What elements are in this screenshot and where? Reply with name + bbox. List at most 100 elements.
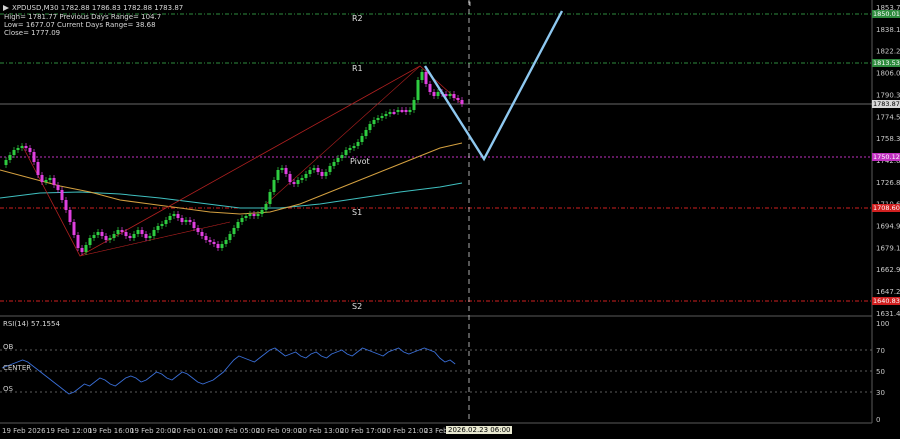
time-label: 19 Feb 12:00 <box>46 427 92 435</box>
rsi-axis-label: 0 <box>876 416 880 424</box>
candle-body <box>4 160 8 165</box>
price-axis-label: 1726.85 <box>876 179 900 187</box>
candle-body <box>212 242 216 244</box>
candle-body <box>116 230 120 234</box>
time-label: 20 Feb 05:00 <box>214 427 260 435</box>
candlestick-series <box>4 69 464 255</box>
candle-body <box>380 116 384 118</box>
candle-body <box>196 228 200 232</box>
candle-body <box>228 234 232 240</box>
candle-body <box>300 178 304 180</box>
candle-body <box>284 168 288 174</box>
candle-body <box>80 248 84 252</box>
candle-body <box>52 178 56 185</box>
price-axis-label: 1822.25 <box>876 48 900 56</box>
r1-price-tag: 1813.53 <box>872 59 900 67</box>
candle-body <box>224 240 228 244</box>
candle-body <box>344 150 348 155</box>
candle-body <box>8 155 12 160</box>
candle-body <box>128 236 132 238</box>
candle-body <box>272 180 276 192</box>
candle-body <box>384 114 388 116</box>
candle-body <box>404 110 408 112</box>
candle-body <box>168 216 172 220</box>
candle-body <box>112 234 116 238</box>
candle-body <box>340 155 344 158</box>
candle-body <box>216 244 220 248</box>
candle-body <box>184 220 188 222</box>
candle-body <box>120 230 124 232</box>
candle-body <box>72 222 76 235</box>
candle-body <box>180 218 184 222</box>
candle-body <box>408 110 412 112</box>
s1-price-tag: 1708.60 <box>872 204 900 212</box>
chart-canvas[interactable]: R2 R1 Pivot S1 S2 1853.701838.101822.251… <box>0 0 900 439</box>
price-axis-label: 1758.35 <box>876 135 900 143</box>
candle-body <box>152 230 156 236</box>
candle-body <box>232 228 236 234</box>
current-price-tag: 1783.87 <box>872 100 900 108</box>
candle-body <box>332 162 336 166</box>
price-axis-label: 1647.20 <box>876 288 900 296</box>
projection-arrow <box>423 10 564 162</box>
candle-body <box>208 240 212 242</box>
candle-body <box>292 182 296 184</box>
candle-body <box>96 232 100 235</box>
r2-label: R2 <box>352 14 363 23</box>
candle-body <box>12 150 16 155</box>
candle-body <box>256 214 260 216</box>
candle-body <box>32 152 36 162</box>
candle-body <box>160 224 164 226</box>
candle-body <box>200 232 204 236</box>
rsi-axis-label: 70 <box>876 347 885 355</box>
candle-body <box>20 146 24 148</box>
candle-body <box>236 222 240 228</box>
candle-body <box>452 94 456 98</box>
candle-body <box>392 112 396 114</box>
candle-body <box>48 178 52 180</box>
candle-body <box>268 192 272 204</box>
candle-body <box>36 162 40 175</box>
collapse-arrow-icon[interactable] <box>3 5 9 11</box>
candle-body <box>312 168 316 170</box>
candle-body <box>44 180 48 182</box>
time-label: 20 Feb 13:00 <box>298 427 344 435</box>
slow-moving-average <box>0 182 463 209</box>
candle-body <box>448 94 452 96</box>
price-axis-label: 1694.90 <box>876 223 900 231</box>
candle-body <box>140 230 144 234</box>
candle-body <box>124 232 128 236</box>
candle-body <box>388 112 392 114</box>
candle-body <box>316 168 320 172</box>
candle-body <box>288 174 292 182</box>
cursor-time-label: 2026.02.23 06:00 <box>446 426 513 434</box>
candle-body <box>252 214 256 216</box>
candle-body <box>172 214 176 216</box>
chart-window[interactable]: R2 R1 Pivot S1 S2 1853.701838.101822.251… <box>0 0 900 439</box>
candle-body <box>28 148 32 152</box>
rsi-ob-label: OB <box>3 343 14 351</box>
candle-body <box>264 204 268 210</box>
candle-body <box>280 168 284 170</box>
candle-body <box>260 210 264 214</box>
candle-body <box>64 200 68 210</box>
candle-body <box>56 185 60 190</box>
price-axis-label: 1790.30 <box>876 91 900 99</box>
candle-body <box>460 100 464 104</box>
price-axis-label: 1662.95 <box>876 266 900 274</box>
candle-body <box>352 146 356 148</box>
s2-price-tag: 1640.83 <box>872 297 900 305</box>
candle-body <box>68 210 72 222</box>
candle-body <box>276 170 280 180</box>
candle-body <box>328 166 332 172</box>
time-label: 19 Feb 20:00 <box>130 427 176 435</box>
candle-body <box>416 80 420 100</box>
candle-body <box>400 110 404 112</box>
candle-body <box>412 100 416 110</box>
time-label: 19 Feb 16:00 <box>88 427 134 435</box>
time-label: 20 Feb 01:00 <box>172 427 218 435</box>
price-axis-label: 1631.45 <box>876 310 900 318</box>
candle-body <box>296 180 300 184</box>
rsi-title: RSI(14) 57.1554 <box>3 320 60 328</box>
candle-body <box>240 218 244 222</box>
